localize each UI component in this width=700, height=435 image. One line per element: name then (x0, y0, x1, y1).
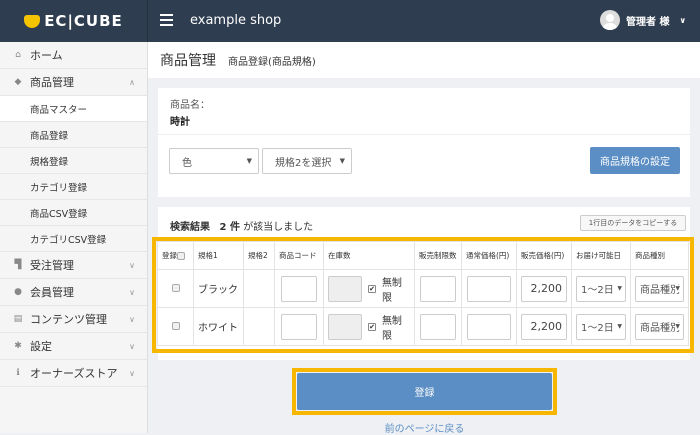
chevron-up-icon: ∧ (129, 77, 135, 87)
table-header-row: 登録 規格1 規格2 商品コード 在庫数 販売制限数 通常価格(円) 販売価格(… (157, 241, 689, 270)
register-button[interactable]: 登録 (297, 373, 552, 410)
sidebar-subitem[interactable]: 商品マスター (0, 96, 147, 122)
sidebar-item-products[interactable]: ◆ 商品管理 ∧ (0, 69, 147, 96)
chevron-down-icon: ∨ (129, 341, 135, 351)
price-input[interactable]: 2,200 (521, 275, 567, 302)
product-code-input[interactable] (281, 313, 317, 340)
delivery-select[interactable]: 1〜2日 ▼ (576, 313, 626, 340)
sidebar-subitem[interactable]: 商品CSV登録 (0, 200, 147, 226)
normal-price-input[interactable] (467, 275, 511, 302)
gear-icon: ✱ (14, 341, 22, 351)
price-input[interactable]: 2,200 (521, 313, 567, 340)
table-row: ホワイト ✔ 無制限 2,200 1〜2日 ▼ 商品種別 ▼ (157, 307, 689, 346)
caret-down-icon: ▼ (617, 323, 622, 330)
column-header: お届け可能日 (571, 241, 631, 270)
chevron-down-icon: ∨ (129, 314, 135, 324)
sidebar-item-customers[interactable]: ● 会員管理 ∨ (0, 279, 147, 306)
user-menu[interactable]: 管理者 様 ∨ (600, 10, 686, 30)
tag-icon: ◆ (14, 77, 22, 87)
stock-input[interactable] (328, 313, 363, 340)
stock-input[interactable] (328, 275, 363, 302)
class2-select[interactable]: 規格2を選択 ▼ (262, 148, 352, 174)
caret-down-icon: ▼ (246, 157, 252, 165)
product-type-select[interactable]: 商品種別 ▼ (635, 275, 684, 302)
column-header: 登録 (157, 241, 194, 270)
file-icon: ▤ (13, 314, 23, 324)
chevron-down-icon: ∨ (129, 287, 135, 297)
product-name-label: 商品名： (170, 100, 210, 111)
copy-first-row-button[interactable]: 1行目のデータをコピーする (580, 215, 686, 231)
column-header: 在庫数 (323, 241, 415, 270)
sale-limit-input[interactable] (420, 313, 456, 340)
sidebar-item-settings[interactable]: ✱ 設定 ∨ (0, 333, 147, 360)
caret-down-icon: ▼ (675, 285, 680, 292)
sidebar-item-orders[interactable]: ▜ 受注管理 ∨ (0, 252, 147, 279)
caret-down-icon: ▼ (617, 285, 622, 292)
product-card: 商品名： 時計 色 ▼ 規格2を選択 ▼ 商品規格の設定 (158, 88, 690, 197)
sidebar-subitem[interactable]: 商品登録 (0, 122, 147, 148)
column-header: 販売制限数 (414, 241, 462, 270)
page-header: 商品管理 商品登録(商品規格) (148, 42, 700, 78)
chevron-down-icon: ∨ (129, 260, 135, 270)
home-icon: ⌂ (15, 50, 21, 60)
normal-price-input[interactable] (467, 313, 511, 340)
sidebar-item-store[interactable]: ℹ オーナーズストア ∨ (0, 360, 147, 387)
unlimited-checkbox[interactable]: ✔ (368, 284, 376, 293)
top-header: EC|CUBE example shop 管理者 様 ∨ (0, 0, 700, 42)
page-title: 商品管理 (160, 53, 216, 69)
row-checkbox[interactable] (171, 322, 180, 330)
chevron-down-icon: ∨ (679, 15, 687, 25)
cart-icon: ▜ (14, 260, 22, 270)
menu-icon[interactable] (160, 14, 173, 26)
class2-value (243, 269, 275, 308)
product-type-select[interactable]: 商品種別 ▼ (635, 313, 684, 340)
sale-limit-input[interactable] (420, 275, 456, 302)
column-header: 商品種別 (630, 241, 689, 270)
class-setting-button[interactable]: 商品規格の設定 (590, 147, 680, 174)
column-header: 規格1 (193, 241, 244, 270)
column-header: 通常価格(円) (461, 241, 517, 270)
caret-down-icon: ▼ (339, 157, 345, 165)
info-icon: ℹ (16, 368, 20, 378)
column-header: 商品コード (274, 241, 324, 270)
page-subtitle: 商品登録(商品規格) (228, 56, 316, 68)
delivery-select[interactable]: 1〜2日 ▼ (576, 275, 626, 302)
unlimited-checkbox[interactable]: ✔ (368, 322, 376, 331)
column-header: 規格2 (243, 241, 275, 270)
sidebar-item-home[interactable]: ⌂ ホーム (0, 42, 147, 69)
sidebar: ⌂ ホーム ◆ 商品管理 ∧ 商品マスター 商品登録 規格登録 カテゴリ登録 商品CS… (0, 42, 148, 433)
row-checkbox[interactable] (171, 284, 180, 292)
select-all-checkbox[interactable] (177, 252, 185, 260)
class1-select[interactable]: 色 ▼ (169, 148, 259, 174)
class2-value (243, 307, 275, 346)
avatar (600, 10, 621, 30)
logo[interactable]: EC|CUBE (0, 0, 148, 42)
sidebar-item-contents[interactable]: ▤ コンテンツ管理 ∨ (0, 306, 147, 333)
class1-value: ブラック (193, 269, 244, 308)
class-table: 登録 規格1 規格2 商品コード 在庫数 販売制限数 通常価格(円) 販売価格(… (157, 241, 689, 346)
logo-hat-icon (24, 14, 41, 28)
product-code-input[interactable] (281, 275, 317, 302)
caret-down-icon: ▼ (675, 323, 680, 330)
class1-value: ホワイト (193, 307, 244, 346)
sidebar-subitem[interactable]: カテゴリCSV登録 (0, 226, 147, 252)
chevron-down-icon: ∨ (129, 368, 135, 378)
sidebar-subitem[interactable]: 規格登録 (0, 148, 147, 174)
table-row: ブラック ✔ 無制限 2,200 1〜2日 ▼ 商品種別 ▼ (157, 269, 689, 308)
users-icon: ● (14, 287, 22, 297)
shop-name: example shop (190, 13, 282, 28)
column-header: 販売価格(円) (516, 241, 572, 270)
sidebar-subitem[interactable]: カテゴリ登録 (0, 174, 147, 200)
product-name: 時計 (170, 117, 190, 128)
results-summary: 検索結果 2 件 が該当しました (170, 222, 314, 233)
